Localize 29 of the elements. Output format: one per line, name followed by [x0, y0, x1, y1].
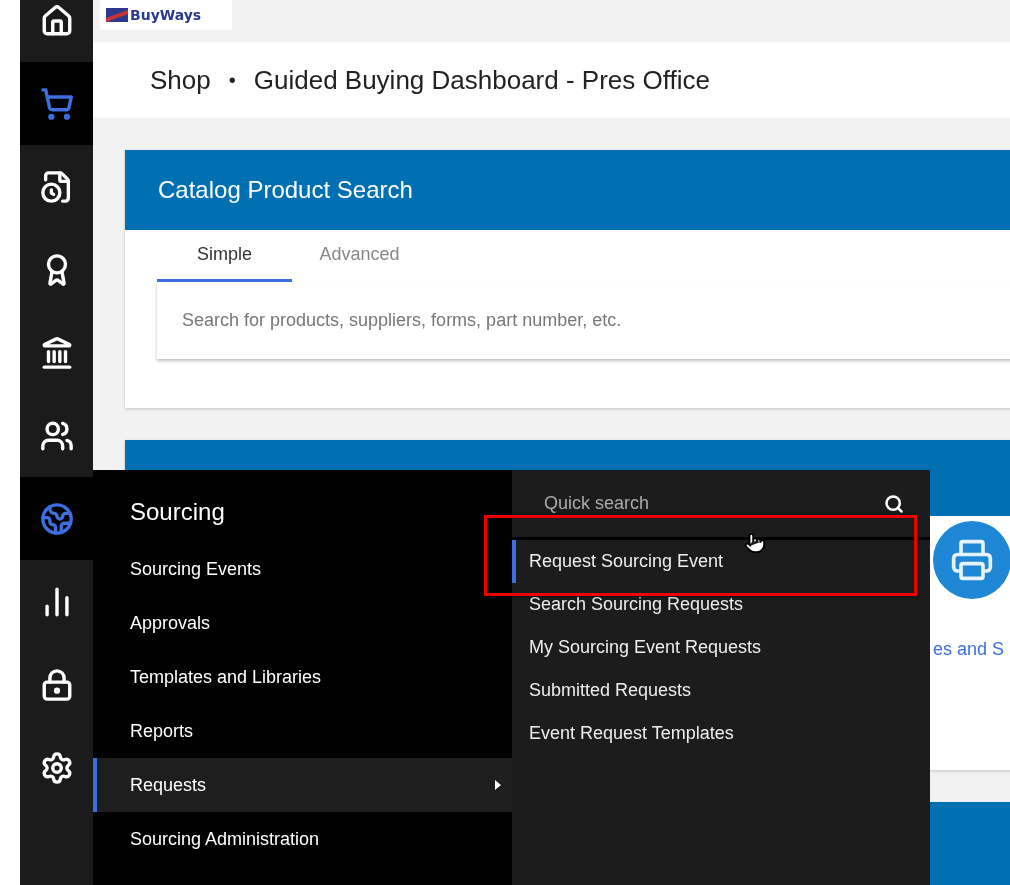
search-tab[interactable]: Simple	[157, 230, 292, 282]
breadcrumb-link[interactable]: Shop	[150, 64, 211, 96]
hand-cursor-icon	[744, 532, 766, 554]
category-link[interactable]: es and S	[933, 639, 1010, 660]
submenu-item[interactable]: Event Request Templates	[512, 712, 930, 755]
breadcrumb-separator: •	[228, 68, 236, 92]
globe-icon	[39, 501, 74, 536]
cart-icon	[39, 86, 74, 121]
card-title: Catalog Product Search	[125, 150, 1010, 230]
submenu-item[interactable]: Submitted Requests	[512, 669, 930, 712]
menu-item[interactable]: Sourcing Administration	[93, 812, 512, 866]
menu-title: Sourcing	[129, 497, 226, 527]
menu-item[interactable]: Requests	[93, 758, 512, 812]
search-box[interactable]: Search for products, suppliers, forms, part number, etc.	[157, 282, 1010, 359]
quick-search-input[interactable]: Quick search	[542, 492, 846, 515]
settings-icon	[39, 750, 74, 785]
submenu-item[interactable]: My Sourcing Event Requests	[512, 626, 930, 669]
printer-icon	[950, 538, 994, 582]
search-tab[interactable]: Advanced	[292, 230, 427, 282]
submenu-item[interactable]: Search Sourcing Requests	[512, 583, 930, 626]
menu-item[interactable]: Templates and Libraries	[93, 650, 512, 704]
menu-item[interactable]: Sourcing Events	[93, 542, 512, 596]
flag-icon	[106, 8, 128, 22]
logo-text: BuyWays	[130, 7, 202, 23]
page-title: Guided Buying Dashboard - Pres Office	[253, 64, 710, 96]
menu-item[interactable]: Reports	[93, 704, 512, 758]
search-icon	[884, 493, 904, 514]
quick-search-field[interactable]: Quick search	[512, 470, 930, 540]
menu-item[interactable]: Approvals	[93, 596, 512, 650]
